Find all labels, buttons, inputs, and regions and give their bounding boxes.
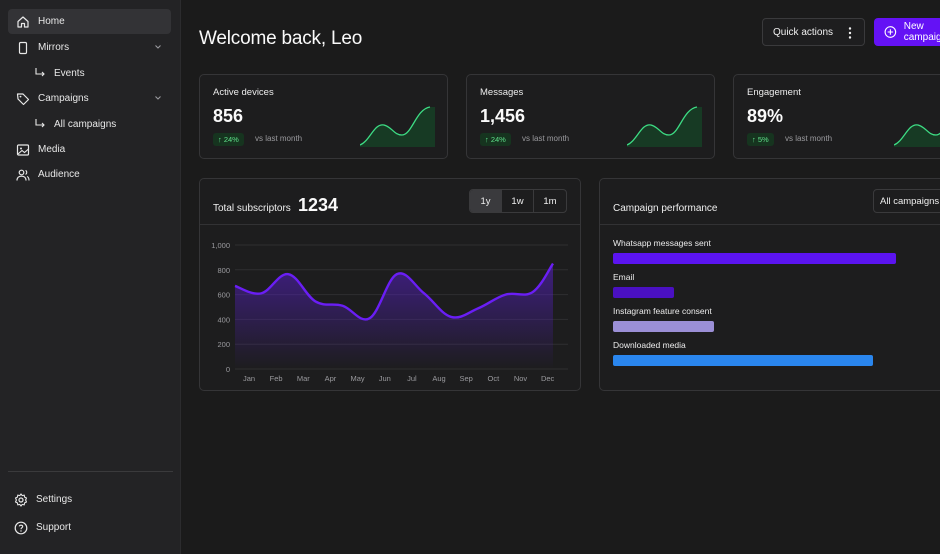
gear-icon <box>14 492 28 507</box>
stat-card-engagement: Engagement 89% ↑ 5% vs last month <box>733 74 940 159</box>
sidebar: Home Mirrors Events Campaigns All campai… <box>0 0 181 554</box>
image-icon <box>16 143 30 157</box>
stat-card-messages: Messages 1,456 ↑ 24% vs last month <box>466 74 715 159</box>
new-campaign-button[interactable]: New campaign <box>874 18 940 46</box>
more-vertical-icon <box>848 27 852 39</box>
sidebar-item-home[interactable]: Home <box>8 9 171 34</box>
sidebar-divider <box>8 471 173 472</box>
x-tick-label: Jun <box>379 374 391 383</box>
stat-label: Active devices <box>213 87 274 98</box>
page-title: Welcome back, Leo <box>199 28 363 49</box>
bar <box>613 355 873 366</box>
comparison-text: vs last month <box>522 134 570 143</box>
bar-label: Instagram feature consent <box>613 306 712 316</box>
sidebar-item-support[interactable]: Support <box>8 515 171 540</box>
bar-label: Downloaded media <box>613 340 686 350</box>
y-tick-label: 600 <box>217 291 230 300</box>
bar-label: Whatsapp messages sent <box>613 238 711 248</box>
card-divider <box>600 224 940 225</box>
sidebar-item-label: Settings <box>36 494 73 505</box>
sidebar-item-label: Mirrors <box>38 42 70 53</box>
stat-label: Messages <box>480 87 524 98</box>
sidebar-item-media[interactable]: Media <box>8 137 171 162</box>
x-tick-label: Jul <box>407 374 417 383</box>
subscribers-area-chart: 0 200 400 600 800 1,000 Jan Feb Mar Apr May Jun Jul… <box>211 241 568 383</box>
x-tick-label: Aug <box>432 374 445 383</box>
change-badge: ↑ 24% <box>480 133 511 146</box>
sidebar-item-label: Media <box>38 144 66 155</box>
home-icon <box>16 15 30 29</box>
sidebar-item-mirrors[interactable]: Mirrors <box>8 35 171 60</box>
x-tick-label: Sep <box>460 374 473 383</box>
x-tick-label: Oct <box>488 374 501 383</box>
x-tick-label: Jan <box>243 374 255 383</box>
plus-circle-icon <box>884 26 897 38</box>
campaign-filter-select[interactable]: All campaigns <box>873 189 940 213</box>
chevron-down-icon[interactable] <box>153 93 163 103</box>
bar <box>613 287 674 298</box>
sidebar-item-settings[interactable]: Settings <box>8 487 171 512</box>
help-circle-icon <box>14 521 28 535</box>
y-tick-label: 0 <box>226 365 230 374</box>
sidebar-item-audience[interactable]: Audience <box>8 162 171 187</box>
subscribers-card: Total subscriptors 1234 1y 1w 1m 0 200 400… <box>199 178 581 391</box>
phone-icon <box>16 41 30 55</box>
y-tick-label: 200 <box>217 340 230 349</box>
stat-value: 89% <box>747 106 784 126</box>
x-tick-label: Mar <box>297 374 310 383</box>
change-badge: ↑ 24% <box>213 133 244 146</box>
y-tick-label: 1,000 <box>211 241 230 250</box>
range-selector: 1y 1w 1m <box>469 189 567 213</box>
stat-value: 1,456 <box>480 106 526 126</box>
sidebar-item-events[interactable]: Events <box>34 63 85 83</box>
stat-label: Engagement <box>747 87 801 98</box>
subscribers-value: 1234 <box>298 195 339 215</box>
x-tick-label: Apr <box>325 374 337 383</box>
sparkline <box>360 106 435 147</box>
sparkline <box>894 124 940 147</box>
bar <box>613 253 896 264</box>
range-option-1m[interactable]: 1m <box>534 190 566 212</box>
campaign-performance-card: Campaign performance All campaigns Whats… <box>599 178 940 391</box>
comparison-text: vs last month <box>255 134 303 143</box>
quick-actions-button[interactable]: Quick actions <box>762 18 865 46</box>
sidebar-item-label: Audience <box>38 169 80 180</box>
bar-label: Email <box>613 272 635 282</box>
sidebar-item-label: Events <box>54 67 85 79</box>
subscribers-label: Total subscriptors <box>213 203 291 214</box>
x-tick-label: Dec <box>541 374 555 383</box>
sidebar-item-label: Campaigns <box>38 93 89 104</box>
x-tick-label: May <box>351 374 365 383</box>
sidebar-item-label: All campaigns <box>54 118 117 130</box>
area-fill <box>235 263 553 369</box>
campaign-performance-title: Campaign performance <box>613 203 718 214</box>
tag-icon <box>16 92 30 106</box>
comparison-text: vs last month <box>785 134 833 143</box>
sidebar-item-label: Support <box>36 522 72 533</box>
range-option-1w[interactable]: 1w <box>502 190 534 212</box>
stat-card-active-devices: Active devices 856 ↑ 24% vs last month <box>199 74 448 159</box>
chevron-down-icon[interactable] <box>153 42 163 52</box>
bar <box>613 321 714 332</box>
sparkline <box>627 106 702 147</box>
sidebar-item-label: Home <box>38 16 65 27</box>
stat-value: 856 <box>213 106 244 126</box>
change-badge: ↑ 5% <box>747 133 774 146</box>
new-campaign-label: New campaign <box>903 21 940 43</box>
range-option-1y[interactable]: 1y <box>470 190 502 212</box>
subitem-arrow-icon <box>35 119 45 128</box>
y-tick-label: 800 <box>217 266 230 275</box>
y-tick-label: 400 <box>217 315 230 324</box>
x-tick-label: Feb <box>270 374 283 383</box>
quick-actions-label: Quick actions <box>773 26 834 38</box>
sidebar-item-campaigns[interactable]: Campaigns <box>8 86 171 111</box>
x-tick-label: Nov <box>514 374 528 383</box>
subitem-arrow-icon <box>35 68 45 77</box>
users-icon <box>16 168 30 182</box>
sidebar-item-all-campaigns[interactable]: All campaigns <box>34 114 116 134</box>
